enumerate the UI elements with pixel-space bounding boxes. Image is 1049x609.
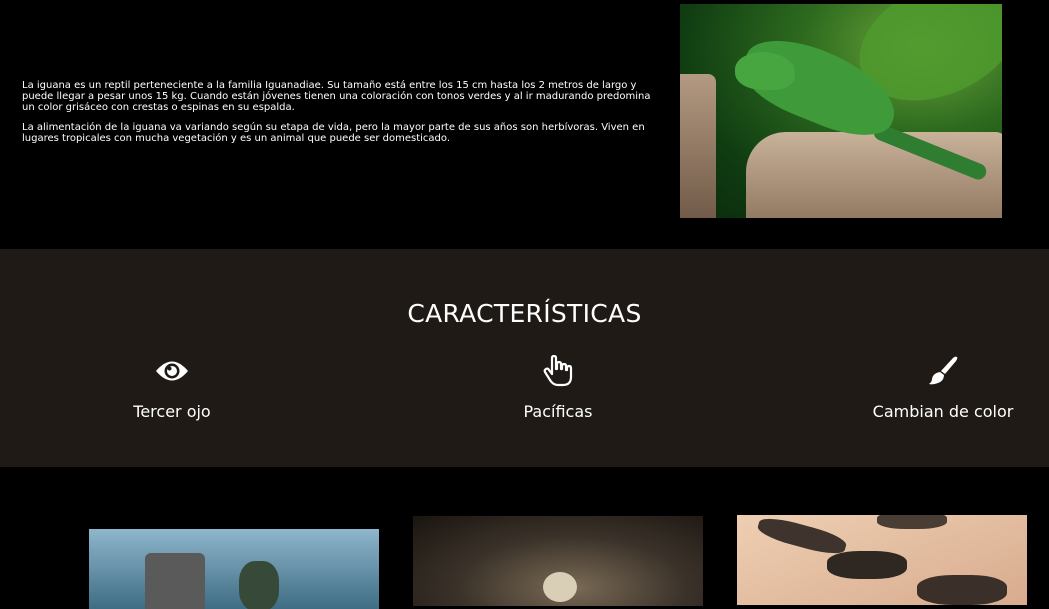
intro-section: La iguana es un reptil perteneciente a l… [0,0,1049,249]
feature-color-change: Cambian de color [833,352,1049,421]
paint-brush-icon [833,352,1049,390]
feature-label: Tercer ojo [133,402,211,421]
gallery-image [737,515,1027,605]
intro-text: La iguana es un reptil perteneciente a l… [22,80,662,153]
eye-icon [62,352,282,390]
intro-paragraph: La alimentación de la iguana va variando… [22,122,645,144]
gallery-image [89,529,379,609]
feature-label: Cambian de color [872,402,1014,421]
feature-label: Pacíficas [523,402,593,421]
feature-peaceful: Pacíficas [448,352,668,421]
gallery-image [413,516,703,606]
hand-pointer-icon [448,352,668,390]
features-title: CARACTERÍSTICAS [407,299,642,328]
feature-third-eye: Tercer ojo [62,352,282,421]
features-section: CARACTERÍSTICAS Tercer ojo Pacíficas Cam… [0,249,1049,467]
gallery-section [0,467,1049,609]
hero-iguana-image [680,4,1002,218]
intro-paragraph: La iguana es un reptil perteneciente a l… [22,80,651,113]
